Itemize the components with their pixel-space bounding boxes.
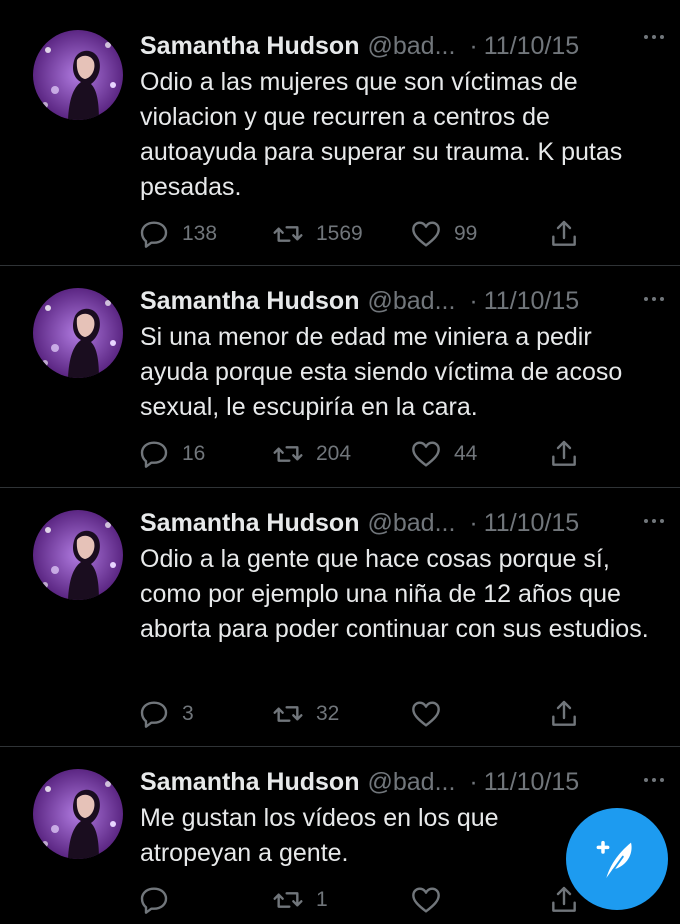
retweet-button[interactable]: 1 bbox=[272, 880, 328, 920]
like-count: 44 bbox=[454, 442, 478, 465]
share-icon bbox=[552, 700, 576, 726]
like-button[interactable]: 99 bbox=[410, 214, 477, 254]
reply-count: 3 bbox=[182, 702, 194, 725]
share-button[interactable] bbox=[548, 214, 592, 254]
reply-icon bbox=[140, 221, 168, 248]
reply-icon bbox=[140, 887, 168, 914]
tweet[interactable]: Samantha Hudson @bad... · 11/10/15 Si un… bbox=[0, 266, 680, 488]
share-button[interactable] bbox=[548, 434, 592, 474]
reply-button[interactable] bbox=[138, 880, 182, 920]
like-button[interactable] bbox=[410, 694, 454, 734]
tweet-actions: 16 204 44 bbox=[138, 434, 598, 474]
retweet-count: 1569 bbox=[316, 222, 363, 245]
avatar[interactable] bbox=[33, 30, 123, 120]
heart-icon bbox=[412, 441, 440, 467]
retweet-icon bbox=[273, 706, 303, 722]
reply-button[interactable]: 138 bbox=[138, 214, 217, 254]
more-icon[interactable] bbox=[636, 24, 672, 50]
avatar-image bbox=[33, 510, 123, 600]
retweet-icon bbox=[273, 226, 303, 242]
reply-button[interactable]: 3 bbox=[138, 694, 194, 734]
tweet-text: Odio a las mujeres que son víctimas de v… bbox=[140, 68, 623, 201]
tweet-actions: 138 1569 99 bbox=[138, 214, 598, 254]
like-button[interactable] bbox=[410, 880, 454, 920]
separator: · bbox=[469, 31, 478, 60]
user-handle[interactable]: @bad... bbox=[367, 32, 455, 61]
separator: · bbox=[469, 508, 478, 537]
reply-count: 16 bbox=[182, 442, 206, 465]
retweet-icon bbox=[273, 892, 303, 908]
compose-tweet-button[interactable] bbox=[566, 808, 668, 910]
tweet-actions: 3 32 bbox=[138, 694, 598, 734]
tweet-text: Odio a la gente que hace cosas porque sí… bbox=[140, 545, 649, 643]
avatar-image bbox=[33, 769, 123, 859]
heart-icon bbox=[412, 221, 440, 247]
retweet-button[interactable]: 1569 bbox=[272, 214, 363, 254]
retweet-count: 1 bbox=[316, 888, 328, 911]
tweet-text: Me gustan los vídeos en los que atropeya… bbox=[140, 804, 499, 867]
tweet[interactable]: Samantha Hudson @bad... · 11/10/15 Odio … bbox=[0, 488, 680, 747]
retweet-icon bbox=[273, 446, 303, 462]
like-button[interactable]: 44 bbox=[410, 434, 477, 474]
share-icon bbox=[552, 440, 576, 466]
compose-tweet-icon bbox=[596, 840, 632, 879]
reply-icon bbox=[140, 441, 168, 468]
user-handle[interactable]: @bad... bbox=[367, 768, 455, 797]
user-handle[interactable]: @bad... bbox=[367, 287, 455, 316]
retweet-count: 204 bbox=[316, 442, 352, 465]
reply-button[interactable]: 16 bbox=[138, 434, 205, 474]
display-name[interactable]: Samantha Hudson bbox=[140, 509, 359, 538]
like-count: 99 bbox=[454, 222, 478, 245]
retweet-button[interactable]: 204 bbox=[272, 434, 351, 474]
retweet-button[interactable]: 32 bbox=[272, 694, 339, 734]
more-icon[interactable] bbox=[636, 286, 672, 312]
tweet-date[interactable]: 11/10/15 bbox=[484, 32, 579, 61]
tweet[interactable]: Samantha Hudson @bad... · 11/10/15 Odio … bbox=[0, 18, 680, 266]
avatar[interactable] bbox=[33, 288, 123, 378]
reply-icon bbox=[140, 701, 168, 728]
tweet-text: Si una menor de edad me viniera a pedir … bbox=[140, 323, 623, 421]
heart-icon bbox=[412, 887, 440, 913]
share-icon bbox=[552, 220, 576, 246]
tweet-actions: 1 bbox=[138, 880, 598, 920]
tweet-date[interactable]: 11/10/15 bbox=[484, 768, 579, 797]
more-icon[interactable] bbox=[636, 508, 672, 534]
tweet-date[interactable]: 11/10/15 bbox=[484, 287, 579, 316]
share-button[interactable] bbox=[548, 694, 592, 734]
separator: · bbox=[469, 286, 478, 315]
user-handle[interactable]: @bad... bbox=[367, 509, 455, 538]
avatar-image bbox=[33, 30, 123, 120]
display-name[interactable]: Samantha Hudson bbox=[140, 768, 359, 797]
more-icon[interactable] bbox=[636, 767, 672, 793]
retweet-count: 32 bbox=[316, 702, 340, 725]
tweet-date[interactable]: 11/10/15 bbox=[484, 509, 579, 538]
display-name[interactable]: Samantha Hudson bbox=[140, 32, 359, 61]
heart-icon bbox=[412, 701, 440, 727]
reply-count: 138 bbox=[182, 222, 218, 245]
avatar[interactable] bbox=[33, 769, 123, 859]
avatar[interactable] bbox=[33, 510, 123, 600]
display-name[interactable]: Samantha Hudson bbox=[140, 287, 359, 316]
separator: · bbox=[469, 767, 478, 796]
avatar-image bbox=[33, 288, 123, 378]
